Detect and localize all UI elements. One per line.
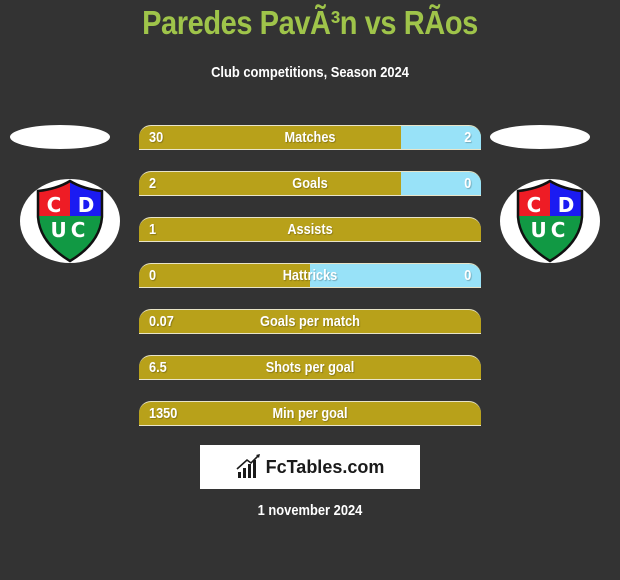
page-subtitle: Club competitions, Season 2024: [211, 64, 409, 81]
brand-name: FcTables.com: [265, 456, 385, 477]
logo-letters: UC: [51, 218, 90, 242]
shield-crest-icon: C D UC: [516, 179, 584, 263]
right-team-logo[interactable]: C D UC: [500, 179, 600, 263]
report-date: 1 november 2024: [257, 502, 363, 519]
stat-row-goals: 2 Goals 0: [139, 171, 481, 196]
right-value: 2: [463, 129, 471, 146]
logo-letter: D: [558, 193, 575, 217]
right-value: 0: [463, 267, 471, 284]
logo-letter: C: [527, 193, 542, 217]
stat-row-goals-per-match: 0.07 Goals per match: [139, 309, 481, 334]
stat-label: Hattricks: [282, 267, 338, 284]
stat-row-hattricks: 0 Hattricks 0: [139, 263, 481, 288]
left-team-name-placeholder: [10, 125, 110, 149]
left-value: 1: [149, 221, 157, 238]
logo-letter: C: [47, 193, 62, 217]
stat-label: Matches: [284, 129, 336, 146]
logo-letters: UC: [531, 218, 570, 242]
fctables-brand-link[interactable]: FcTables.com: [200, 445, 420, 489]
shield-crest-icon: C D UC: [36, 179, 104, 263]
stat-row-matches: 30 Matches 2: [139, 125, 481, 150]
stat-label: Goals per match: [260, 313, 360, 330]
stat-row-shots-per-goal: 6.5 Shots per goal: [139, 355, 481, 380]
left-value: 2: [149, 175, 157, 192]
left-value: 30: [149, 129, 164, 146]
right-team-name-placeholder: [490, 125, 590, 149]
logo-letter: D: [78, 193, 95, 217]
left-value: 0: [149, 267, 157, 284]
stat-label: Assists: [287, 221, 333, 238]
stat-row-assists: 1 Assists: [139, 217, 481, 242]
right-value: 0: [463, 175, 471, 192]
stat-label: Min per goal: [272, 405, 348, 422]
stat-label: Goals: [292, 175, 328, 192]
stat-row-min-per-goal: 1350 Min per goal: [139, 401, 481, 426]
left-team-logo[interactable]: C D UC: [20, 179, 120, 263]
page-title: Paredes PavÃ³n vs RÃos: [142, 4, 478, 41]
bar-chart-trend-icon: [236, 454, 260, 478]
stat-label: Shots per goal: [265, 359, 355, 376]
